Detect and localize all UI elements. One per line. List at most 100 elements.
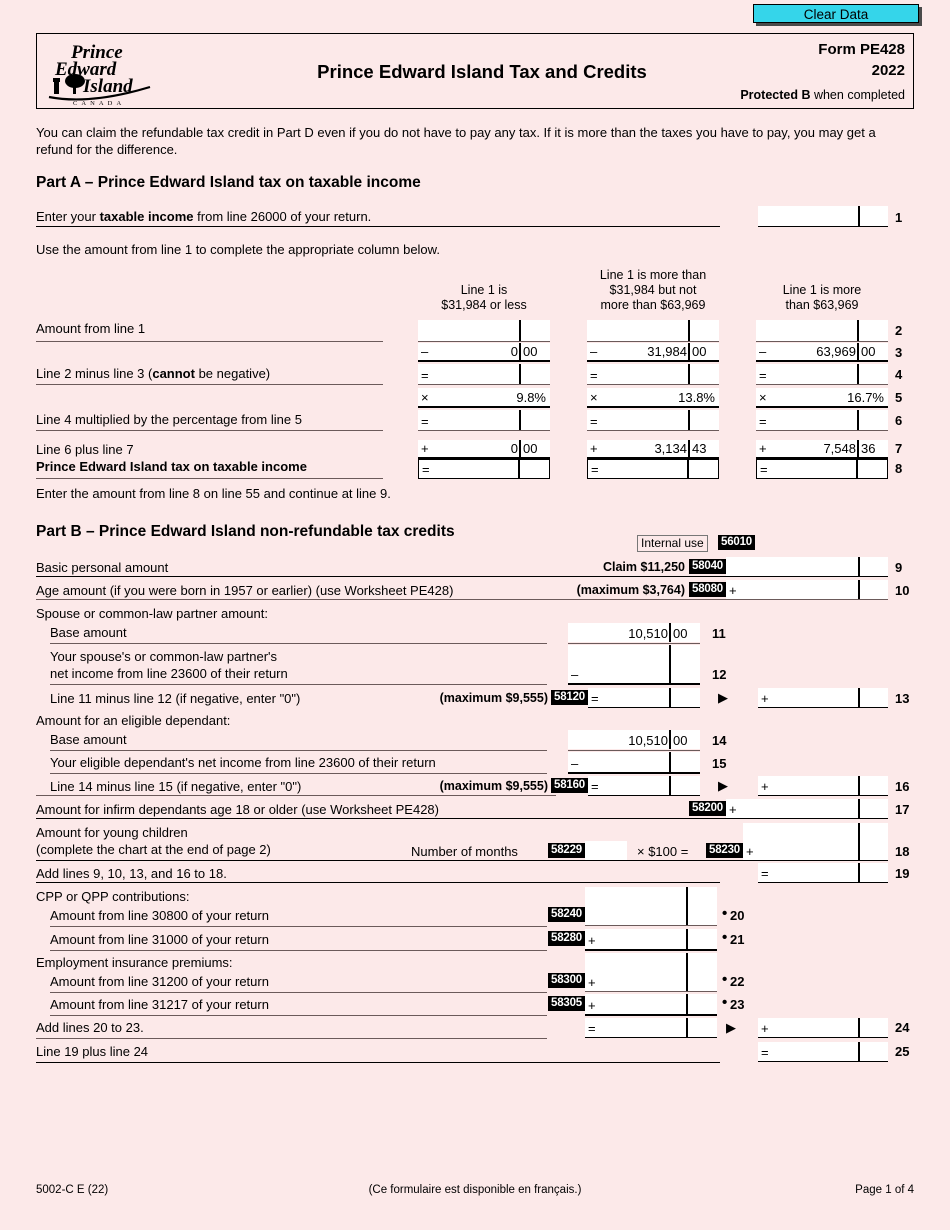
line12-amount-field[interactable]: – bbox=[568, 645, 700, 683]
row5-col2-op: × bbox=[590, 390, 598, 405]
line16-amount-field[interactable]: + bbox=[758, 776, 888, 795]
line-number-23: 23 bbox=[730, 997, 745, 1012]
line10-amount-field[interactable]: + bbox=[726, 580, 888, 599]
line-number-24: 24 bbox=[895, 1020, 910, 1035]
row6-col1-field[interactable]: = bbox=[418, 410, 550, 430]
line15-amount-field[interactable]: – bbox=[568, 752, 700, 772]
line19-label: Add lines 9, 10, 13, and 16 to 18. bbox=[36, 866, 227, 881]
line1-label: Enter your taxable income from line 2600… bbox=[36, 208, 371, 225]
line18-amount-field[interactable]: + bbox=[743, 823, 888, 860]
line21-label: Amount from line 31000 of your return bbox=[50, 932, 269, 947]
line23-amount-field[interactable]: + bbox=[585, 994, 717, 1014]
row4-col3-field[interactable]: = bbox=[756, 364, 888, 384]
line12-underline bbox=[50, 684, 547, 685]
line23-underline bbox=[50, 1015, 547, 1016]
row7-col1-cents: 00 bbox=[523, 441, 538, 456]
row3-col1-cents: 00 bbox=[523, 344, 538, 359]
row8-label: Prince Edward Island tax on taxable inco… bbox=[36, 459, 307, 474]
line16-op: = bbox=[591, 779, 599, 794]
ei-section-header: Employment insurance premiums: bbox=[36, 955, 233, 970]
line24-subtotal-field[interactable]: = bbox=[585, 1018, 717, 1037]
row3-col3-field: – 63,969 00 bbox=[756, 343, 888, 360]
line12-label-line2: net income from line 23600 of their retu… bbox=[50, 666, 288, 681]
line9-amount-field[interactable] bbox=[726, 557, 888, 576]
line-number-21: 21 bbox=[730, 932, 745, 947]
cents-divider bbox=[858, 206, 860, 226]
column-header-2: Line 1 is more than $31,984 but not more… bbox=[587, 268, 719, 313]
row8-col1-field[interactable]: = bbox=[418, 459, 550, 479]
row6-col3-field[interactable]: = bbox=[756, 410, 888, 430]
row4-label-bold: cannot bbox=[152, 366, 195, 381]
col2-head-line1: Line 1 is more than bbox=[599, 268, 707, 282]
line24-amount-field[interactable]: + bbox=[758, 1018, 888, 1037]
line17-amount-field[interactable]: + bbox=[726, 799, 888, 818]
line-number-18: 18 bbox=[895, 844, 910, 859]
row8-col3-field[interactable]: = bbox=[756, 459, 888, 479]
protected-b-suffix: when completed bbox=[810, 88, 905, 102]
line10-underline bbox=[36, 599, 888, 600]
line22-amount-field[interactable]: + bbox=[585, 953, 717, 991]
dependant-section-header: Amount for an eligible dependant: bbox=[36, 713, 231, 728]
col1-head-line1: Line 1 is bbox=[460, 283, 508, 297]
line22-underline bbox=[50, 992, 547, 993]
row6-col2-op: = bbox=[590, 414, 598, 429]
line1-amount-field[interactable] bbox=[758, 206, 888, 226]
line-number-25: 25 bbox=[895, 1044, 910, 1059]
line11-value: 10,510 bbox=[628, 626, 668, 641]
line21-op: + bbox=[588, 933, 596, 948]
line10-claim-label: (maximum $3,764) bbox=[576, 583, 685, 597]
line13-subtotal-field[interactable]: = bbox=[588, 688, 700, 707]
line24-right-op: + bbox=[761, 1021, 769, 1036]
footer-page-number: Page 1 of 4 bbox=[855, 1184, 914, 1196]
row6-label: Line 4 multiplied by the percentage from… bbox=[36, 412, 302, 427]
row8-col2-field[interactable]: = bbox=[587, 459, 719, 479]
row7-col1-value: 0 bbox=[510, 441, 518, 456]
line18-field-code: 58230 bbox=[706, 843, 743, 858]
line24-underline bbox=[36, 1038, 547, 1039]
col1-head-line2: $31,984 or less bbox=[441, 298, 527, 312]
line20-amount-field[interactable] bbox=[585, 887, 717, 925]
intro-paragraph: You can claim the refundable tax credit … bbox=[36, 125, 876, 157]
row2-label: Amount from line 1 bbox=[36, 321, 146, 336]
row4-col2-field[interactable]: = bbox=[587, 364, 719, 384]
line25-amount-field[interactable]: = bbox=[758, 1042, 888, 1061]
row4-label-post: be negative) bbox=[194, 366, 271, 381]
row4-col1-field[interactable]: = bbox=[418, 364, 550, 384]
line22-op: + bbox=[588, 975, 596, 990]
row2-col2-field[interactable] bbox=[587, 320, 719, 341]
row5-col2-field: × 13.8% bbox=[587, 388, 719, 406]
line21-amount-field[interactable]: + bbox=[585, 929, 717, 949]
line13-amount-field[interactable]: + bbox=[758, 688, 888, 707]
line12-op: – bbox=[571, 667, 579, 682]
row7-label: Line 6 plus line 7 bbox=[36, 442, 134, 457]
row4-label-pre: Line 2 minus line 3 ( bbox=[36, 366, 153, 381]
line22-field-code: 58300 bbox=[548, 973, 585, 988]
line25-underline bbox=[36, 1062, 720, 1063]
row6-col1-op: = bbox=[421, 414, 429, 429]
row2-col1-field[interactable] bbox=[418, 320, 550, 341]
protected-b-notice: Protected B when completed bbox=[740, 88, 905, 102]
line14-underline bbox=[50, 750, 547, 751]
line24-op: = bbox=[588, 1021, 596, 1036]
line15-underline bbox=[50, 773, 547, 774]
line19-op: = bbox=[761, 866, 769, 881]
row6-col2-field[interactable]: = bbox=[587, 410, 719, 430]
row7-col2-field: + 3,134 43 bbox=[587, 440, 719, 457]
line14-value: 10,510 bbox=[628, 733, 668, 748]
line18-months-field[interactable] bbox=[585, 841, 627, 860]
pei-logo: Prince Edward Island C A N A D A bbox=[45, 37, 165, 107]
line18-multiplier: × $100 = bbox=[637, 844, 689, 859]
line24-label: Add lines 20 to 23. bbox=[36, 1020, 144, 1035]
tax-year: 2022 bbox=[871, 62, 905, 79]
clear-data-button[interactable]: Clear Data bbox=[753, 4, 919, 23]
line10-label: Age amount (if you were born in 1957 or … bbox=[36, 583, 454, 598]
line19-amount-field[interactable]: = bbox=[758, 863, 888, 882]
row2-col3-field[interactable] bbox=[756, 320, 888, 341]
line13-label: Line 11 minus line 12 (if negative, ente… bbox=[50, 691, 301, 706]
line13-right-op: + bbox=[761, 691, 769, 706]
line16-subtotal-field[interactable]: = bbox=[588, 776, 700, 795]
line16-label: Line 14 minus line 15 (if negative, ente… bbox=[50, 779, 302, 794]
line18-underline bbox=[36, 860, 888, 861]
line18-op: + bbox=[746, 844, 754, 859]
row5-col2-rate: 13.8% bbox=[678, 390, 715, 405]
